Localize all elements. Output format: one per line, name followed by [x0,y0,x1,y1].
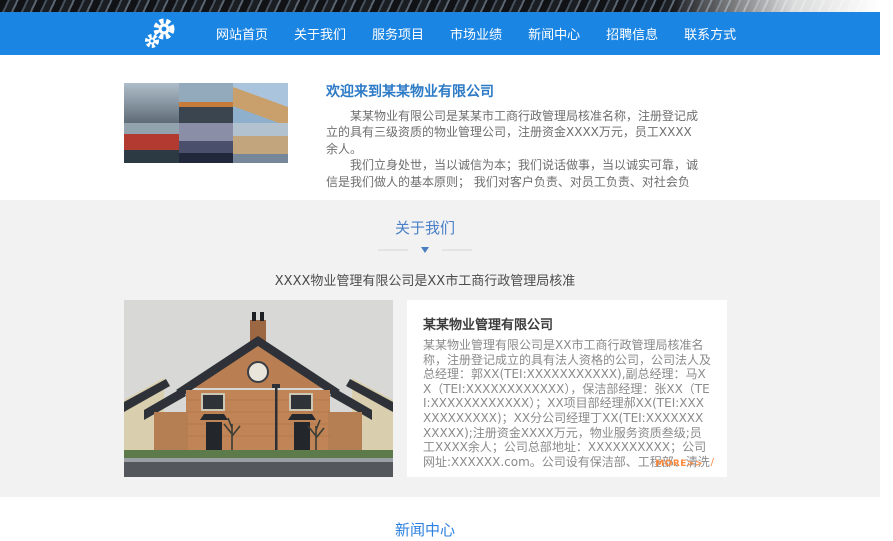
gears-icon[interactable] [142,16,178,52]
about-content-row: 某某物业管理有限公司 某某物业管理有限公司是XX市工商行政管理局核准名称，注册登… [124,300,727,477]
company-photo-collage [124,83,288,163]
welcome-paragraph-1: 某某物业有限公司是某某市工商行政管理局核准名称，注册登记成立的具有三级资质的物业… [326,108,702,157]
about-section-title: 关于我们 [0,200,850,238]
nav-item-services[interactable]: 服务项目 [369,21,427,46]
collage-harbor-photo [179,123,234,163]
news-section-title: 新闻中心 [0,497,850,540]
welcome-text-block: 欢迎来到某某物业有限公司 某某物业有限公司是某某市工商行政管理局核准名称，注册登… [326,81,702,193]
more-link[interactable]: MORE>> [655,459,703,469]
about-card: 某某物业管理有限公司 某某物业管理有限公司是XX市工商行政管理局核准名称，注册登… [407,300,727,477]
welcome-title: 欢迎来到某某物业有限公司 [326,81,702,101]
news-section: 新闻中心 [0,497,880,541]
nav-item-home[interactable]: 网站首页 [213,21,271,46]
nav-menu: 网站首页 关于我们 服务项目 市场业绩 新闻中心 招聘信息 联系方式 [213,12,739,55]
collage-crew-photo [233,123,288,163]
welcome-paragraph-2: 我们立身处世，当以诚信为本；我们说话做事，当以诚实可靠，诚信是我们做人的基本原则… [326,157,702,190]
header-banner-photo [0,0,880,12]
divider-line-right [442,249,472,251]
nav-item-news[interactable]: 新闻中心 [525,21,583,46]
nav-item-about[interactable]: 关于我们 [291,21,349,46]
divider-line-left [378,249,408,251]
about-card-body: 某某物业管理有限公司是XX市工商行政管理局核准名称，注册登记成立的具有法人资格的… [423,338,711,469]
section-divider [0,247,850,253]
about-card-title: 某某物业管理有限公司 [423,314,711,333]
about-section: 关于我们 XXXX物业管理有限公司是XX市工商行政管理局核准 [0,200,880,497]
nav-item-contact[interactable]: 联系方式 [681,21,739,46]
nav-item-market[interactable]: 市场业绩 [447,21,505,46]
collage-city-photo [124,83,179,123]
collage-ship-photo [124,123,179,163]
house-photo [124,300,393,477]
about-subtitle: XXXX物业管理有限公司是XX市工商行政管理局核准 [0,270,850,289]
collage-port-photo [179,83,234,123]
page: 网站首页 关于我们 服务项目 市场业绩 新闻中心 招聘信息 联系方式 欢迎来到某… [0,0,893,541]
welcome-section: 欢迎来到某某物业有限公司 某某物业有限公司是某某市工商行政管理局核准名称，注册登… [0,55,880,200]
triangle-down-icon [421,247,429,253]
decorative-slash: / [711,457,714,468]
nav-item-jobs[interactable]: 招聘信息 [603,21,661,46]
navbar: 网站首页 关于我们 服务项目 市场业绩 新闻中心 招聘信息 联系方式 [0,12,880,55]
collage-worker-photo [233,83,288,123]
